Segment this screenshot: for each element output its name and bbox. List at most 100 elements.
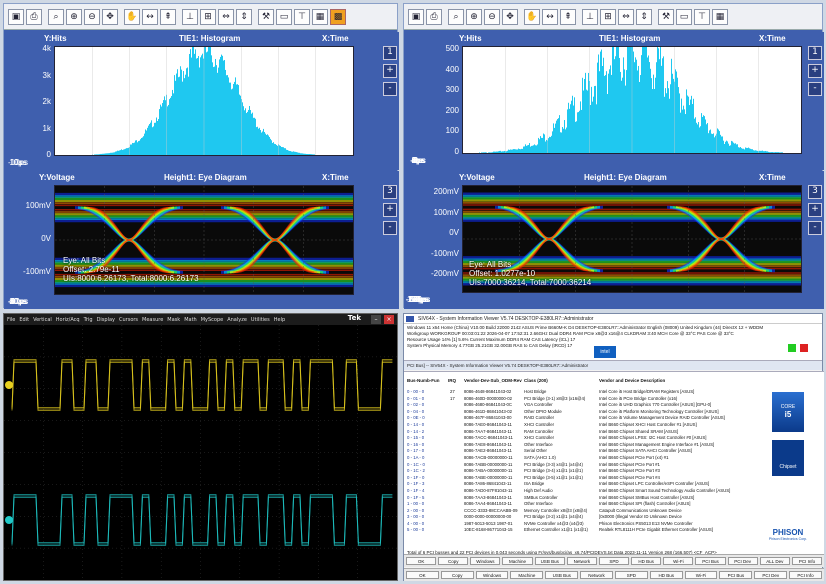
table-cell[interactable]: 0 - 1F - 3 bbox=[407, 481, 425, 488]
wrench-icon[interactable]: ⚒ bbox=[658, 8, 674, 25]
zoom-out-icon[interactable]: ⊖ bbox=[484, 8, 500, 25]
siv-button-windows[interactable]: Windows bbox=[475, 571, 509, 579]
siv-button-hd-bus[interactable]: HD Bus bbox=[631, 557, 662, 565]
siv-button-wi-fi[interactable]: Wi-Fi bbox=[663, 557, 694, 565]
table-cell[interactable]: 0 - 15 - 0 bbox=[407, 435, 425, 442]
minimize-button[interactable]: – bbox=[371, 315, 381, 324]
table-cell[interactable]: 0 - 14 - 2 bbox=[407, 429, 425, 436]
scope-menu-item[interactable]: MyScope bbox=[201, 317, 224, 323]
scope-menu-item[interactable]: Measure bbox=[142, 317, 163, 323]
close-button[interactable]: × bbox=[384, 315, 394, 324]
table-cell[interactable]: 1 - 00 - 0 bbox=[407, 501, 425, 508]
ch1-marker[interactable] bbox=[5, 381, 13, 389]
hscale-icon[interactable]: ⇔ bbox=[618, 8, 634, 25]
scope-menu-item[interactable]: Help bbox=[274, 317, 285, 323]
table-cell[interactable]: 0 - 1F - 0 bbox=[407, 475, 425, 482]
col-header[interactable]: Vendor and Device Description bbox=[599, 378, 665, 383]
scope-menu-item[interactable]: Trig bbox=[84, 317, 93, 323]
axis-icon[interactable]: ⊞ bbox=[200, 8, 216, 25]
table-cell[interactable]: 0 - 00 - 0 bbox=[407, 389, 425, 396]
collapse-minus-button[interactable]: - bbox=[383, 221, 397, 235]
measure-icon[interactable]: ⊤ bbox=[294, 8, 310, 25]
panel-badge-3[interactable]: 3 bbox=[383, 185, 397, 199]
table-cell[interactable]: 2 - 00 - 0 bbox=[407, 508, 425, 515]
table-icon[interactable]: ▦ bbox=[312, 8, 328, 25]
siv-button-network[interactable]: Network bbox=[566, 557, 597, 565]
zoom-out-icon[interactable]: ⊖ bbox=[84, 8, 100, 25]
siv-button-machine[interactable]: Machine bbox=[510, 571, 544, 579]
expand-plus-button[interactable]: + bbox=[808, 203, 822, 217]
siv-button-pci-bus[interactable]: PCI Bus bbox=[695, 557, 726, 565]
siv-button-pci-bus[interactable]: PCI Bus bbox=[719, 571, 753, 579]
ruler-icon[interactable]: ▭ bbox=[676, 8, 692, 25]
ruler-icon[interactable]: ▭ bbox=[276, 8, 292, 25]
table-cell[interactable]: 0 - 16 - 0 bbox=[407, 442, 425, 449]
zoom-icon[interactable]: ⌕ bbox=[448, 8, 464, 25]
collapse-minus-button[interactable]: - bbox=[383, 82, 397, 96]
siv-button-ok[interactable]: OK bbox=[406, 571, 439, 579]
zoom-in-icon[interactable]: ⊕ bbox=[466, 8, 482, 25]
siv-button-pci-info[interactable]: PCI Info bbox=[789, 571, 822, 579]
table-cell[interactable]: 0 - 1F - 5 bbox=[407, 495, 425, 502]
axis-icon[interactable]: ⊞ bbox=[600, 8, 616, 25]
siv-button-all-dev[interactable]: ALL Dev bbox=[759, 557, 790, 565]
table-cell[interactable]: 0 - 1C - 0 bbox=[407, 462, 425, 469]
siv-button-network[interactable]: Network bbox=[580, 571, 613, 579]
hand-icon[interactable]: ✋ bbox=[524, 8, 540, 25]
siv-button-pci-dev[interactable]: PCI Dev bbox=[754, 571, 788, 579]
table-cell[interactable]: 0 - 0E - 0 bbox=[407, 415, 425, 422]
cursor-icon[interactable]: ⇞ bbox=[560, 8, 576, 25]
table-cell[interactable]: 5 - 00 - 0 bbox=[407, 527, 425, 534]
siv-button-copy[interactable]: Copy bbox=[438, 557, 469, 565]
table-cell[interactable]: 0 - 1A - 0 bbox=[407, 455, 425, 462]
scope-menu-item[interactable]: Math bbox=[184, 317, 197, 323]
print-icon[interactable]: ⎙ bbox=[426, 8, 442, 25]
expand-plus-button[interactable]: + bbox=[383, 64, 397, 78]
save-icon[interactable]: ▣ bbox=[408, 8, 424, 25]
marker-icon[interactable]: ⊥ bbox=[582, 8, 598, 25]
collapse-minus-button[interactable]: - bbox=[808, 82, 822, 96]
col-header[interactable]: Bus-Numb-Fun bbox=[407, 378, 440, 383]
move-icon[interactable]: ↔ bbox=[142, 8, 158, 25]
scope-menu-item[interactable]: Cursors bbox=[119, 317, 138, 323]
table-cell[interactable]: 0 - 14 - 0 bbox=[407, 422, 425, 429]
table-cell[interactable]: 0 - 02 - 0 bbox=[407, 402, 425, 409]
pan-icon[interactable]: ✥ bbox=[102, 8, 118, 25]
siv-button-pci-info[interactable]: PCI Info bbox=[791, 557, 823, 565]
zoom-icon[interactable]: ⌕ bbox=[48, 8, 64, 25]
expand-plus-button[interactable]: + bbox=[808, 64, 822, 78]
col-header[interactable]: IRQ bbox=[448, 378, 456, 383]
scope-menu-item[interactable]: Horiz/Acq bbox=[56, 317, 80, 323]
panel-badge-3[interactable]: 3 bbox=[808, 185, 822, 199]
siv-button-wi-fi[interactable]: Wi-Fi bbox=[684, 571, 718, 579]
panel-badge-1[interactable]: 1 bbox=[383, 46, 397, 60]
wrench-icon[interactable]: ⚒ bbox=[258, 8, 274, 25]
siv-button-spd[interactable]: SPD bbox=[614, 571, 648, 579]
scope-menu-item[interactable]: Display bbox=[97, 317, 115, 323]
save-icon[interactable]: ▣ bbox=[8, 8, 24, 25]
scope-menu-item[interactable]: Analyze bbox=[227, 317, 247, 323]
grid-icon[interactable]: ▩ bbox=[330, 8, 346, 25]
col-header[interactable]: Vendor-Dev-Sub_ODM-Rev bbox=[464, 378, 522, 383]
expand-plus-button[interactable]: + bbox=[383, 203, 397, 217]
siv-button-hd-bus[interactable]: HD Bus bbox=[649, 571, 683, 579]
siv-button-usb-bus[interactable]: USB Bus bbox=[534, 557, 565, 565]
table-cell[interactable]: 3 - 00 - 0 bbox=[407, 514, 425, 521]
table-cell[interactable]: 0 - 1C - 2 bbox=[407, 468, 425, 475]
table-cell[interactable]: 0 - 1F - 4 bbox=[407, 488, 425, 495]
panel-badge-1[interactable]: 1 bbox=[808, 46, 822, 60]
hand-icon[interactable]: ✋ bbox=[124, 8, 140, 25]
scope-menu-item[interactable]: Mask bbox=[167, 317, 180, 323]
collapse-minus-button[interactable]: - bbox=[808, 221, 822, 235]
siv-button-pci-dev[interactable]: PCI Dev bbox=[727, 557, 758, 565]
scope-menu-item[interactable]: File bbox=[7, 317, 15, 323]
table-cell[interactable]: 0 - 17 - 0 bbox=[407, 448, 425, 455]
col-header[interactable]: Class (200) bbox=[524, 378, 548, 383]
pan-icon[interactable]: ✥ bbox=[502, 8, 518, 25]
hscale-icon[interactable]: ⇔ bbox=[218, 8, 234, 25]
vscale-icon[interactable]: ⇕ bbox=[236, 8, 252, 25]
scope-menu-item[interactable]: Edit bbox=[19, 317, 29, 323]
table-cell[interactable]: 0 - 04 - 0 bbox=[407, 409, 425, 416]
table-icon[interactable]: ▦ bbox=[712, 8, 728, 25]
vscale-icon[interactable]: ⇕ bbox=[636, 8, 652, 25]
